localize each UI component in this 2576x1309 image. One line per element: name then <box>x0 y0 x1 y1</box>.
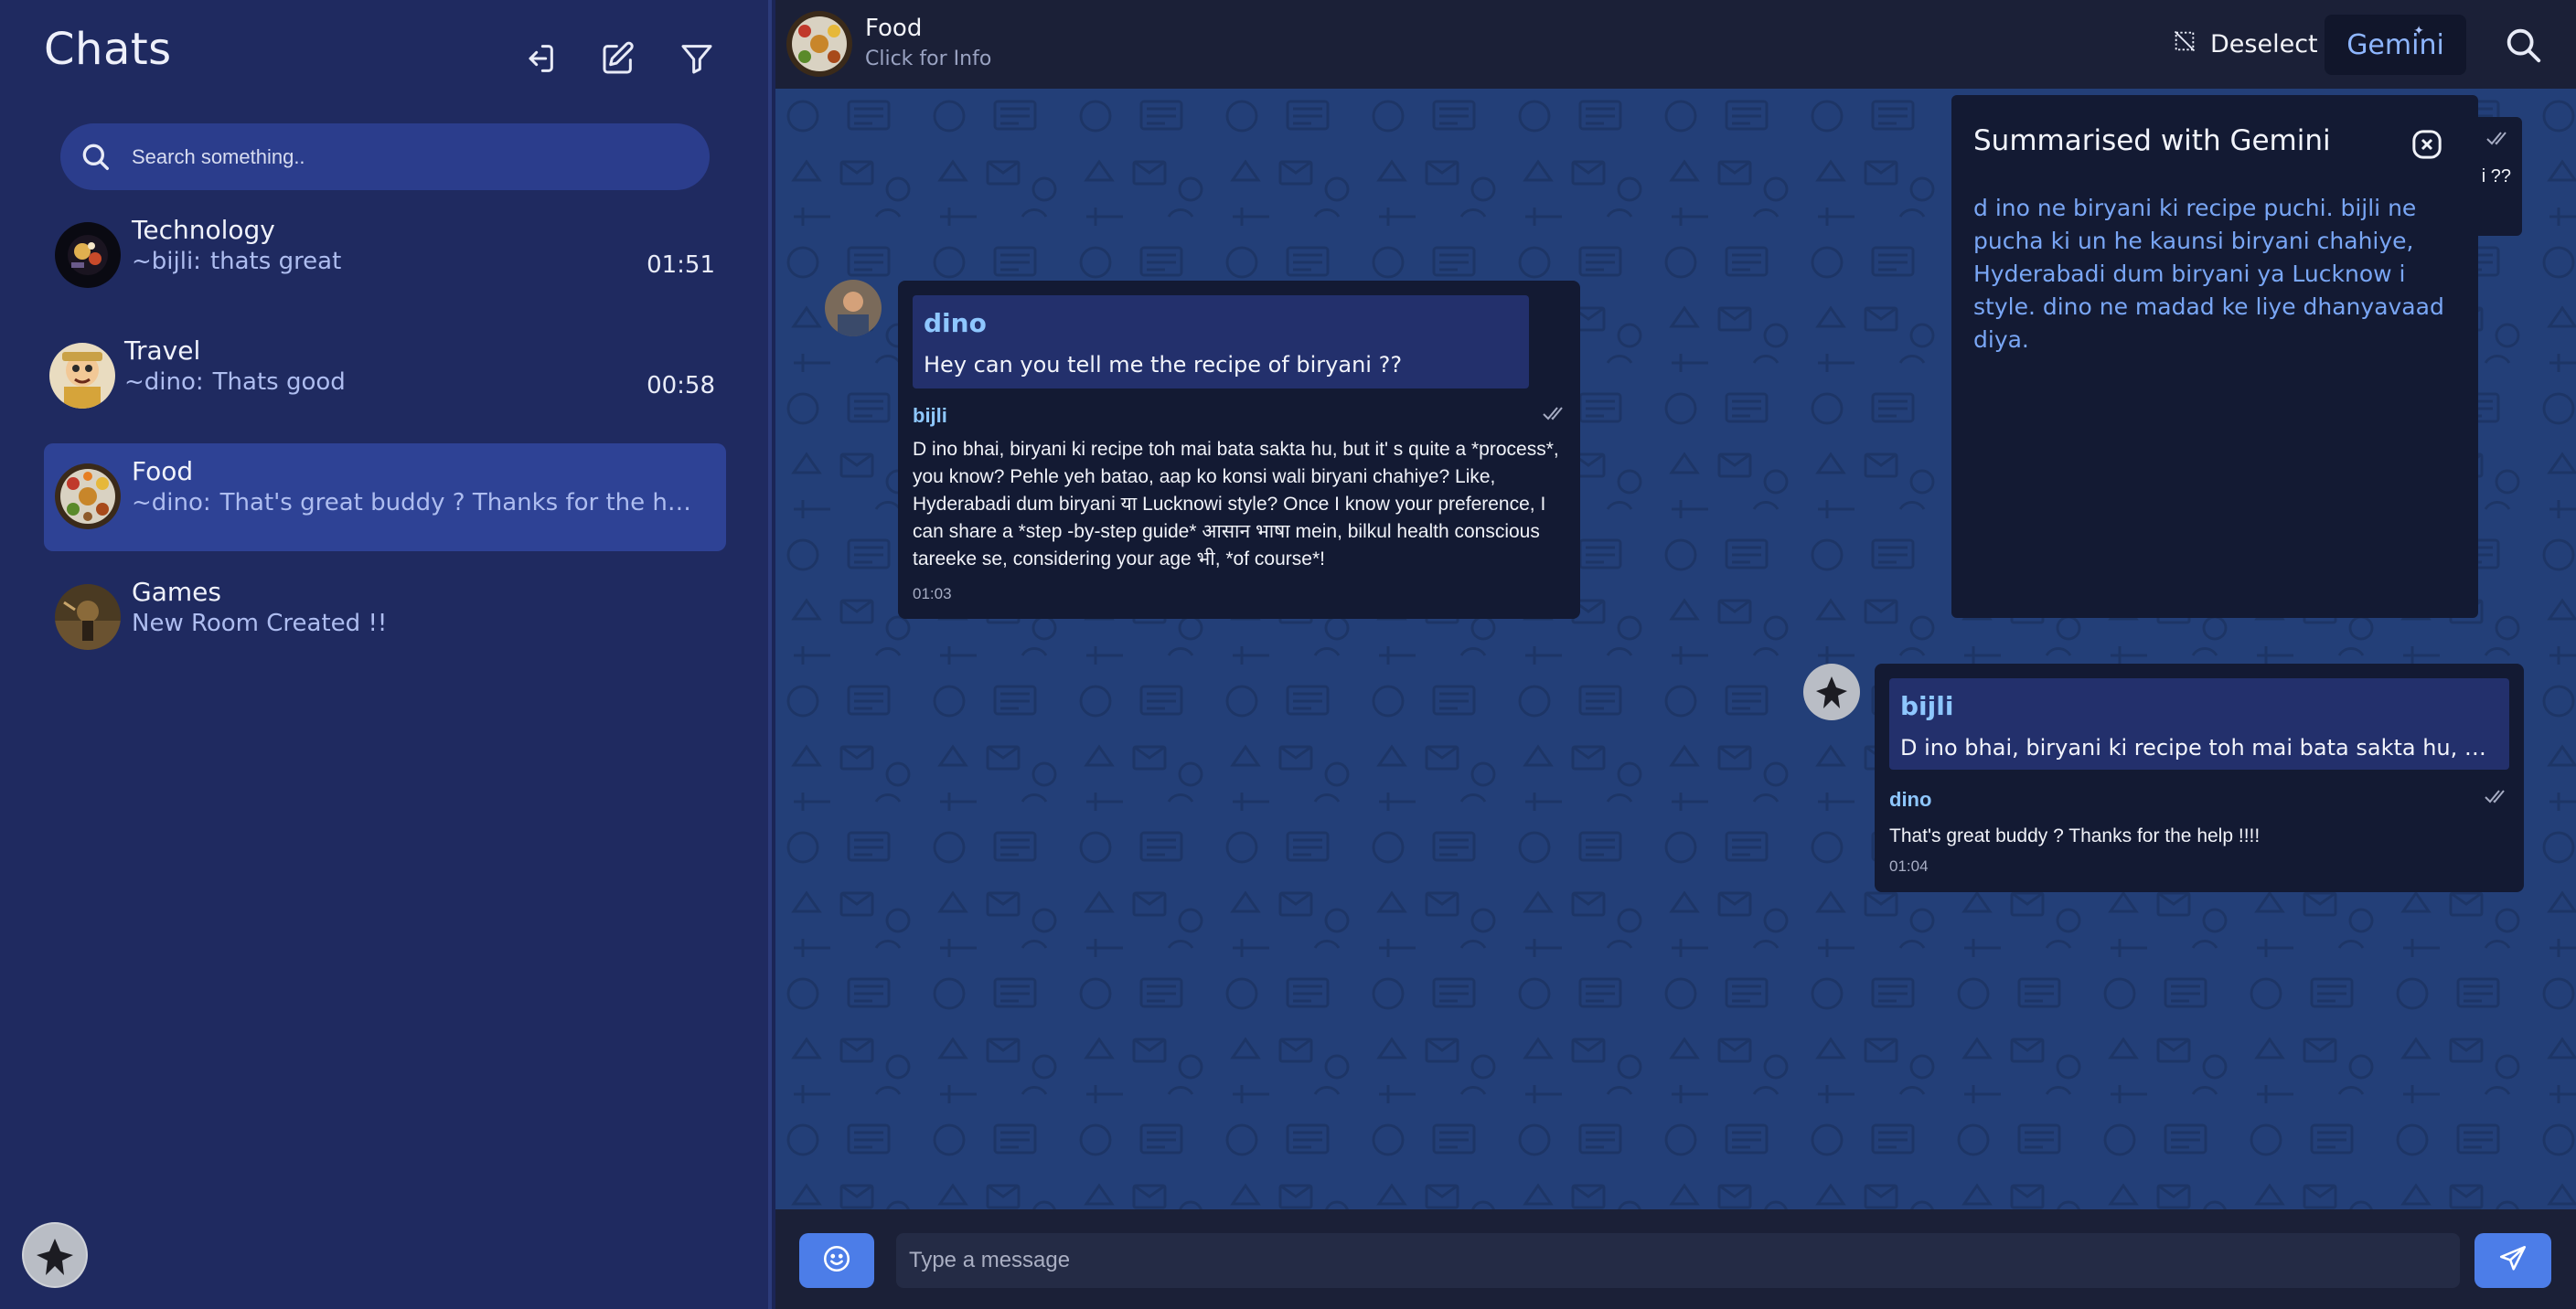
chat-sidebar: Chats Technology ~bijli:thats great 01:5… <box>0 0 772 1309</box>
chat-subtitle[interactable]: Click for Info <box>865 48 991 70</box>
message-text: D ino bhai, biryani ki recipe toh mai ba… <box>913 439 1559 569</box>
send-icon <box>2497 1243 2528 1278</box>
group-avatar[interactable] <box>786 11 852 77</box>
sender-avatar <box>1803 664 1860 720</box>
emoji-icon <box>821 1243 852 1278</box>
edit-icon[interactable] <box>596 37 640 80</box>
message-bubble[interactable]: bijli D ino bhai, biryani ki recipe toh … <box>1875 664 2524 892</box>
chat-title[interactable]: Food <box>865 15 922 42</box>
group-avatar <box>55 584 121 650</box>
deselect-icon <box>2172 28 2197 60</box>
message-bubble[interactable]: dino Hey can you tell me the recipe of b… <box>898 281 1580 619</box>
message-text: That's great buddy ? Thanks for the help… <box>1889 825 2261 846</box>
message-input[interactable] <box>896 1233 2460 1288</box>
reply-sender: dino <box>924 308 987 338</box>
message-text: i ?? <box>2481 166 2511 186</box>
chat-time: 01:51 <box>647 251 715 279</box>
group-avatar <box>49 343 115 409</box>
chat-item-food[interactable]: Food ~dino: That's great buddy ? Thanks f… <box>44 443 726 551</box>
logout-icon[interactable] <box>518 37 561 80</box>
sender-avatar <box>825 280 882 336</box>
search-bar <box>60 123 710 190</box>
reply-sender: bijli <box>1900 691 1954 721</box>
message-sender: bijli <box>913 404 947 427</box>
reply-text: D ino bhai, biryani ki recipe toh mai ba… <box>1900 735 2498 761</box>
reply-quote[interactable]: dino Hey can you tell me the recipe of b… <box>913 295 1529 388</box>
message-sender: dino <box>1889 788 1932 811</box>
gemini-label: Gemini <box>2346 28 2444 61</box>
read-ticks-icon <box>2485 130 2511 146</box>
group-avatar <box>55 463 121 529</box>
chat-preview: ~dino: That's great buddy ? Thanks for th… <box>132 489 699 516</box>
user-avatar[interactable] <box>22 1222 88 1288</box>
gemini-button[interactable]: ✦ Gemini <box>2325 15 2466 75</box>
chat-time: 00:58 <box>647 372 715 399</box>
filter-icon[interactable] <box>675 37 719 80</box>
chat-name: Travel <box>124 335 201 366</box>
message-time: 01:03 <box>913 585 952 602</box>
close-icon[interactable] <box>2409 126 2445 163</box>
chat-name: Games <box>132 577 221 607</box>
chat-item-technology[interactable]: Technology ~bijli: thats great 01:51 <box>44 202 726 310</box>
chat-preview: New Room Created !! <box>132 610 388 637</box>
deselect-label: Deselect <box>2210 29 2318 59</box>
chat-name: Technology <box>132 215 275 245</box>
sidebar-title: Chats <box>44 24 172 75</box>
chat-preview: ~dino: Thats good <box>124 368 346 396</box>
emoji-button[interactable] <box>799 1233 874 1288</box>
chat-name: Food <box>132 456 194 486</box>
search-icon <box>77 138 113 175</box>
read-ticks-icon <box>1542 405 1567 421</box>
search-input[interactable] <box>130 123 688 190</box>
summary-text: d ino ne biryani ki recipe puchi. bijli … <box>1973 195 2444 353</box>
chat-preview: ~bijli: thats great <box>132 248 342 275</box>
group-avatar <box>55 222 121 288</box>
gemini-summary-panel: Summarised with Gemini d ino ne biryani … <box>1951 95 2478 618</box>
summary-title: Summarised with Gemini <box>1973 124 2331 157</box>
composer <box>775 1209 2576 1309</box>
sparkle-icon: ✦ <box>2413 24 2424 38</box>
reply-quote[interactable]: bijli D ino bhai, biryani ki recipe toh … <box>1889 678 2509 770</box>
send-button[interactable] <box>2474 1233 2551 1288</box>
chat-item-travel[interactable]: Travel ~dino: Thats good 00:58 <box>44 323 726 431</box>
reply-text: Hey can you tell me the recipe of biryan… <box>924 352 1403 378</box>
chat-item-games[interactable]: Games New Room Created !! <box>44 564 726 672</box>
chat-main: Food Click for Info Deselect ✦ Gemini di… <box>775 0 2576 1309</box>
read-ticks-icon <box>2484 788 2509 804</box>
deselect-button[interactable]: Deselect <box>2172 26 2318 62</box>
message-time: 01:04 <box>1889 857 1929 875</box>
search-icon[interactable] <box>2502 24 2544 66</box>
chat-header[interactable]: Food Click for Info Deselect ✦ Gemini <box>775 0 2576 89</box>
